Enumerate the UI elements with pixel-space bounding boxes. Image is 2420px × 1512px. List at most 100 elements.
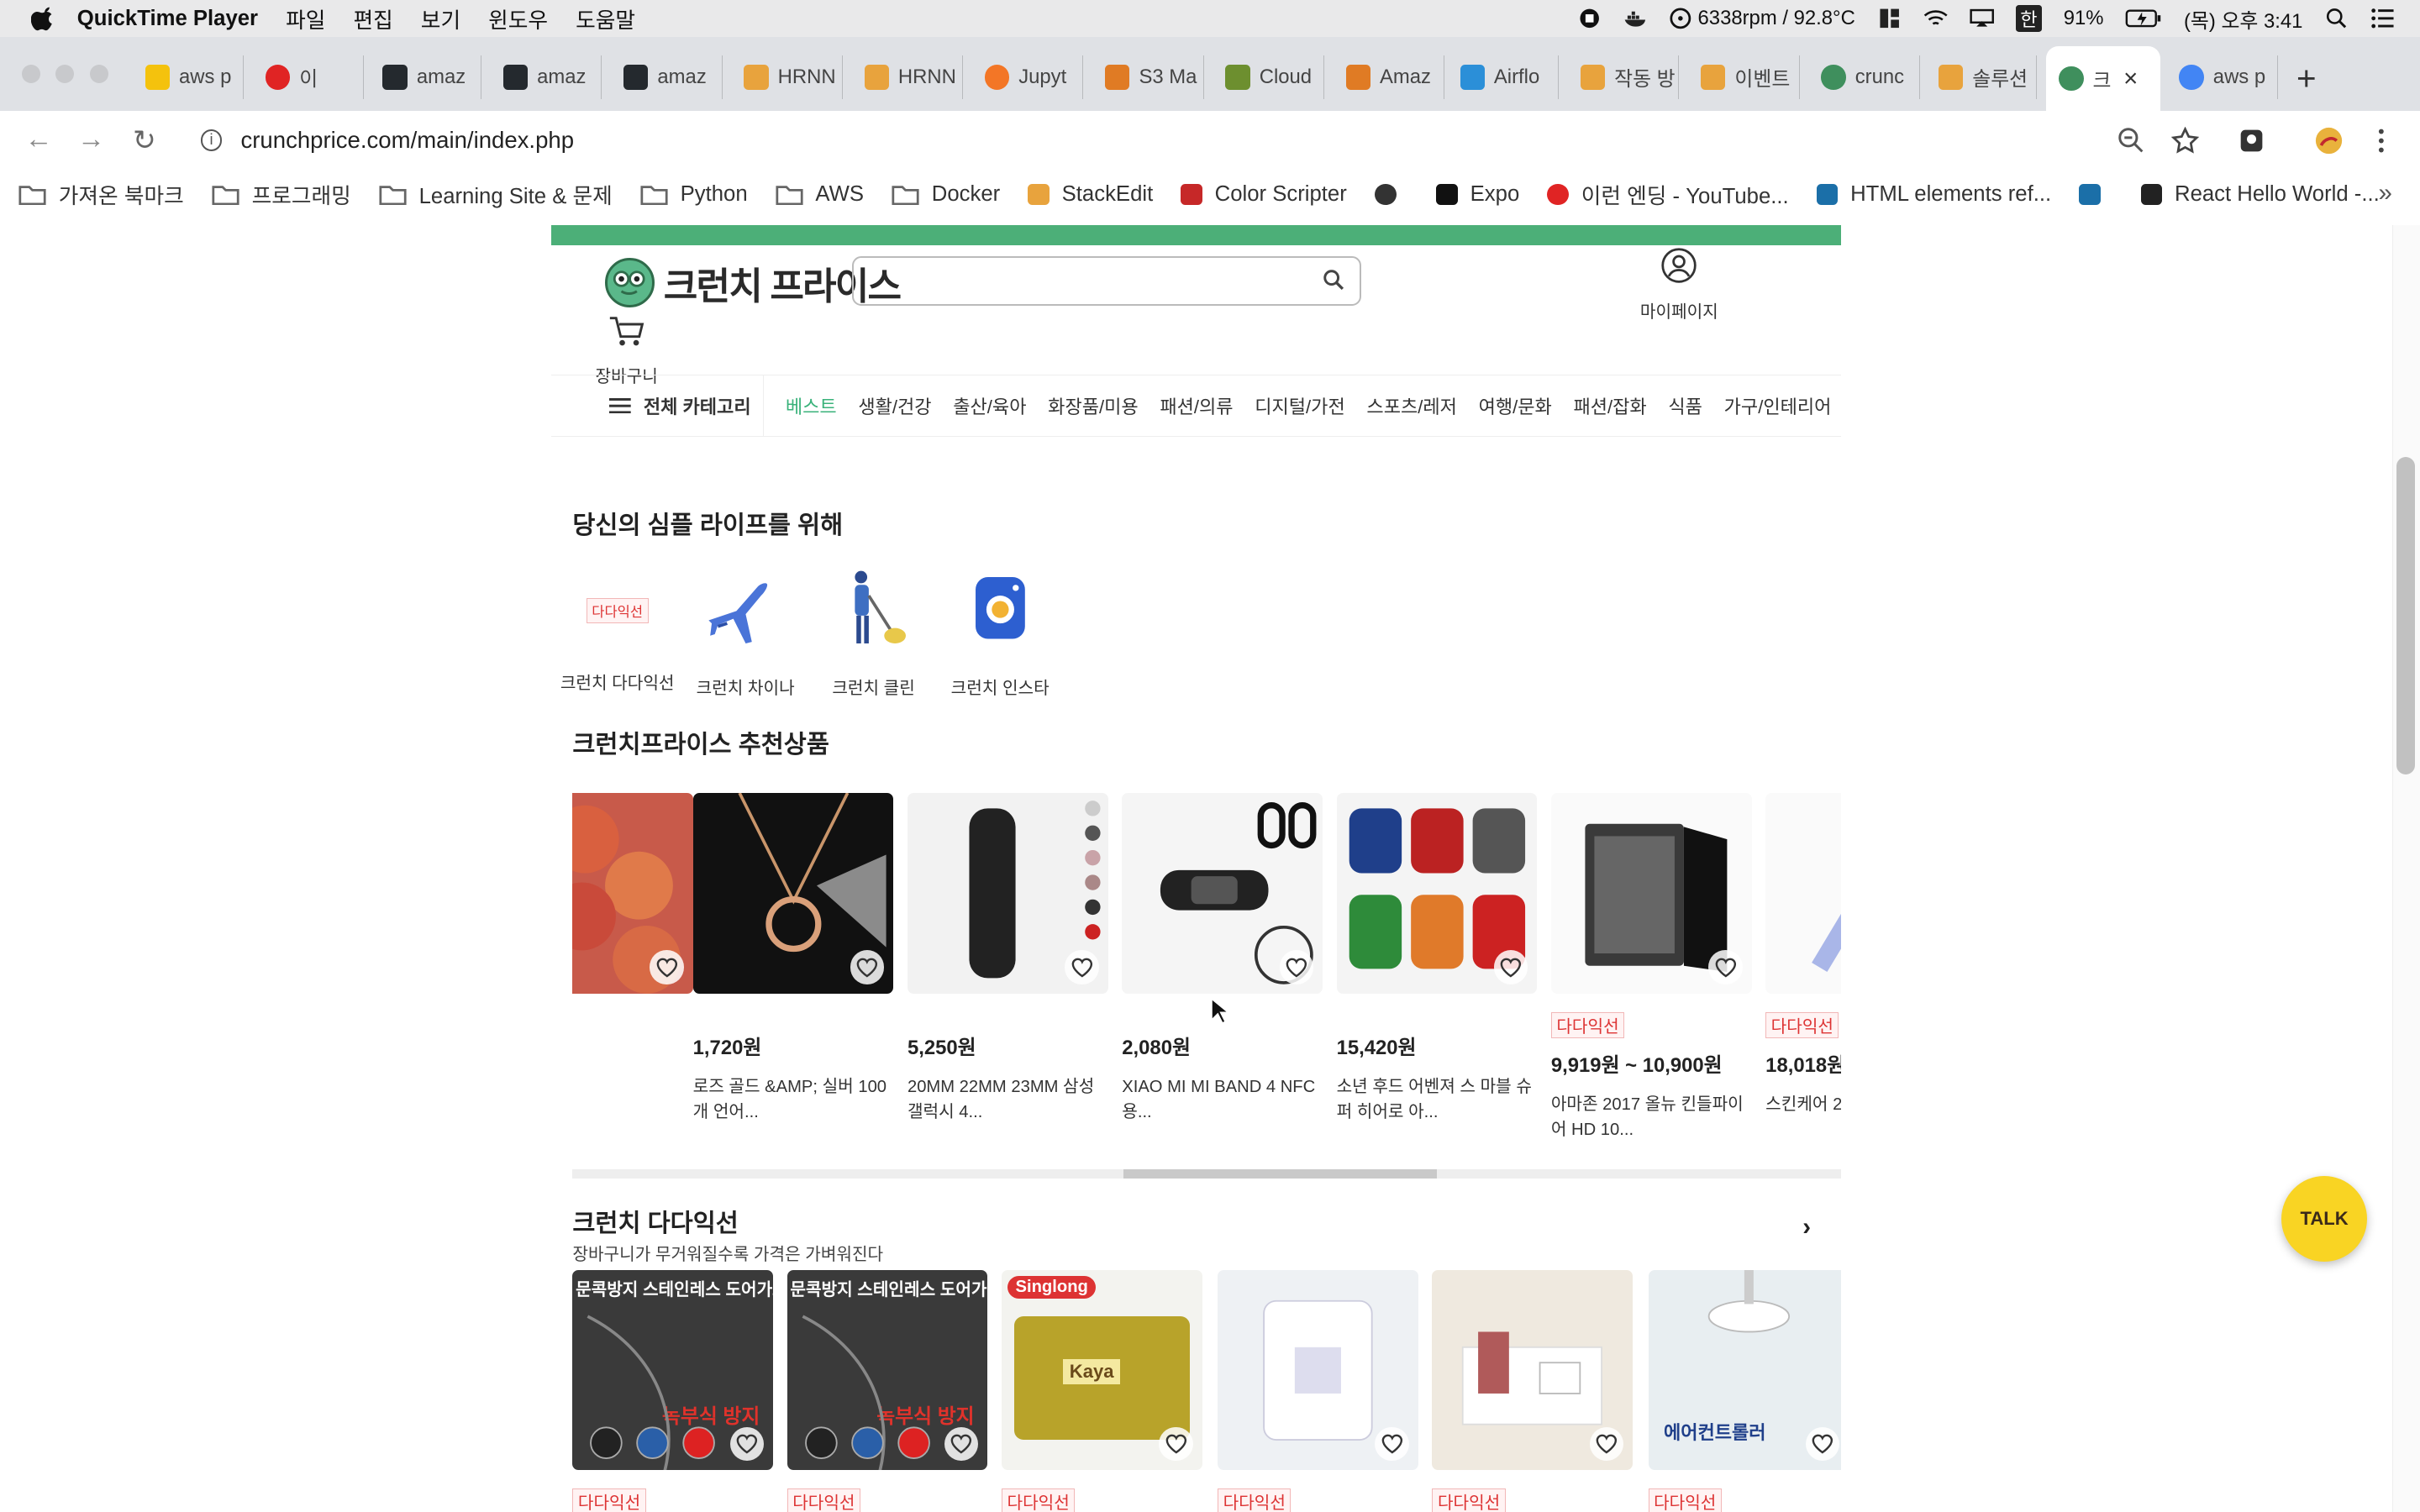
category-item[interactable]: 화장품/미용 [1048,392,1138,419]
product-image[interactable]: 문콕방지 스테인레스 도어가드 녹부식 방지 [786,1269,988,1471]
category-item[interactable]: 가구/인테리어 [1724,392,1832,419]
page-scroll-thumb[interactable] [2396,456,2416,775]
product-name[interactable]: XIAO MI MI BAND 4 NFC 용... [1122,1075,1323,1125]
layout-icon[interactable] [1877,8,1902,29]
product-card[interactable]: 다다익선 18,018원스킨케어 2 포함) SF-3 [1765,793,1842,1142]
bookmark-item[interactable] [2079,183,2112,206]
spotlight-icon[interactable] [2324,8,2349,29]
wishlist-heart-icon[interactable] [1375,1426,1409,1462]
product-image[interactable]: 문콕방지 스테인레스 도어가드 녹부식 방지 [572,1269,774,1471]
product-image[interactable] [1550,793,1752,994]
product-image[interactable] [1218,1269,1418,1471]
browser-tab[interactable]: amaz [491,55,602,99]
product-name[interactable]: 아마존 2017 올뉴 킨들파이어 HD 10... [1551,1093,1752,1142]
site-info-icon[interactable]: i [200,129,223,151]
simple-item-china[interactable]: 크런치 차이나 [684,568,808,699]
close-tab-icon[interactable]: × [2123,65,2138,93]
profile-avatar-icon[interactable] [2315,127,2343,155]
category-item[interactable]: 패션/의류 [1160,392,1233,419]
category-item[interactable]: 스포츠/레저 [1366,392,1456,419]
bookmark-item[interactable]: React Hello World -... [2140,182,2380,207]
browser-tab[interactable]: S3 Ma [1092,55,1204,99]
back-button[interactable]: ← [24,123,52,155]
new-tab-button[interactable]: + [2296,59,2317,98]
fan-status[interactable]: 6338rpm / 92.8°C [1670,7,1855,30]
clock[interactable]: (목) 오후 3:41 [2184,4,2302,34]
browser-tab[interactable]: crunc [1809,55,1920,99]
product-card[interactable]: 에어컨트롤러 다다익선 [1648,1269,1842,1512]
browser-tab[interactable]: amaz [371,55,482,99]
product-name[interactable]: 로즈 골드 &AMP; 실버 100개 언어... [693,1075,894,1125]
bookmark-item[interactable]: HTML elements ref... [1816,182,2051,207]
chevron-right-icon[interactable]: › [1802,1213,1811,1242]
forward-button[interactable]: → [77,123,105,155]
menu-edit[interactable]: 편집 [353,3,392,34]
bookmark-item[interactable]: Docker [892,182,1000,207]
bookmark-item[interactable]: Python [640,182,748,207]
product-card[interactable]: 다다익선 [1432,1269,1634,1512]
category-item[interactable]: 식품 [1668,392,1702,419]
all-categories-button[interactable]: 전체 카테고리 [551,375,765,437]
product-name[interactable]: 스킨케어 2 포함) SF-3 [1765,1093,1841,1142]
carousel-scroll-thumb[interactable] [1123,1169,1437,1179]
bookmark-item[interactable]: Learning Site & 문제 [379,179,613,210]
browser-tab[interactable]: aws p [2167,55,2278,99]
page-scrollbar[interactable] [2391,225,2420,1512]
mypage-link[interactable]: 마이페이지 [1633,247,1725,323]
product-card[interactable]: 문콕방지 스테인레스 도어가드 녹부식 방지 다다익선 [572,1269,774,1512]
bookmark-star-icon[interactable] [2171,126,2200,155]
menu-help[interactable]: 도움말 [576,3,635,34]
browser-tab[interactable]: 크 × [2046,46,2161,112]
product-name[interactable]: 20MM 22MM 23MM 삼성 갤럭시 4... [908,1075,1108,1125]
product-card[interactable]: 다다익선 [1218,1269,1418,1512]
browser-tab[interactable]: HRNN [732,55,843,99]
bookmark-item[interactable]: 이런 엔딩 - YouTube... [1547,179,1789,210]
wishlist-heart-icon[interactable] [1159,1426,1193,1462]
browser-tab[interactable]: Cloud [1213,55,1324,99]
recommended-carousel[interactable]: 1KG1,720원로즈 골드 &AMP; 실버 100개 언어...5,250원… [572,793,1842,1163]
wishlist-heart-icon[interactable] [1493,950,1528,984]
bookmark-item[interactable]: AWS [776,182,864,207]
product-image[interactable] [572,793,693,994]
bookmark-item[interactable]: 가져온 북마크 [18,179,184,210]
search-icon[interactable] [1323,269,1344,291]
wishlist-heart-icon[interactable] [1065,950,1099,984]
docker-icon[interactable] [1623,8,1648,29]
browser-tab[interactable]: 작동 방 [1568,55,1680,99]
category-item[interactable]: 패션/잡화 [1574,392,1647,419]
product-card[interactable]: 2,080원 XIAO MI MI BAND 4 NFC 용... [1122,793,1323,1125]
product-image[interactable] [1765,793,1842,994]
chrome-menu-icon[interactable] [2370,127,2392,155]
browser-tab[interactable]: Jupyt [972,55,1084,99]
product-image[interactable]: Singlong Kaya [1002,1269,1202,1471]
product-image[interactable]: 에어컨트롤러 [1648,1269,1842,1471]
product-image[interactable] [1336,793,1538,994]
site-search-input[interactable] [851,255,1361,306]
bookmark-item[interactable]: Color Scripter [1181,182,1347,207]
battery-percent[interactable]: 91% [2064,7,2104,30]
wishlist-heart-icon[interactable] [850,950,885,984]
menu-file[interactable]: 파일 [286,3,325,34]
browser-tab[interactable]: 솔루션 [1926,55,2038,99]
product-card[interactable]: 5,250원 20MM 22MM 23MM 삼성 갤럭시 4... [907,793,1108,1125]
product-name[interactable]: 1KG [572,1031,692,1080]
notification-center-icon[interactable] [2370,8,2395,29]
bookmarks-overflow-button[interactable]: » [2379,179,2392,207]
product-card[interactable]: 15,420원 소년 후드 어벤져 스 마블 슈퍼 히어로 아... [1336,793,1538,1125]
wishlist-heart-icon[interactable] [1279,950,1314,984]
window-close-button[interactable] [21,65,40,84]
bookmark-item[interactable]: Expo [1436,182,1519,207]
zoom-icon[interactable] [2118,127,2145,155]
product-card[interactable]: 문콕방지 스테인레스 도어가드 녹부식 방지 다다익선 [786,1269,988,1512]
category-item[interactable]: 생활/건강 [858,392,931,419]
category-item[interactable]: 출산/육아 [953,392,1026,419]
app-name[interactable]: QuickTime Player [77,7,258,31]
browser-tab[interactable]: HRNN [852,55,964,99]
menu-window[interactable]: 윈도우 [488,3,548,34]
input-source[interactable]: 한 [2015,5,2043,33]
wishlist-heart-icon[interactable] [650,950,684,984]
dadaikseon-carousel[interactable]: 문콕방지 스테인레스 도어가드 녹부식 방지 다다익선 문콕방지 스테인레스 도어가드… [572,1269,1842,1512]
simple-item-dadaikseon[interactable]: 다다익선 크런치 다다익선 [555,568,679,694]
product-card[interactable]: Singlong Kaya 다다익선 [1002,1269,1202,1512]
product-card[interactable]: 1,720원 로즈 골드 &AMP; 실버 100개 언어... [692,793,894,1125]
